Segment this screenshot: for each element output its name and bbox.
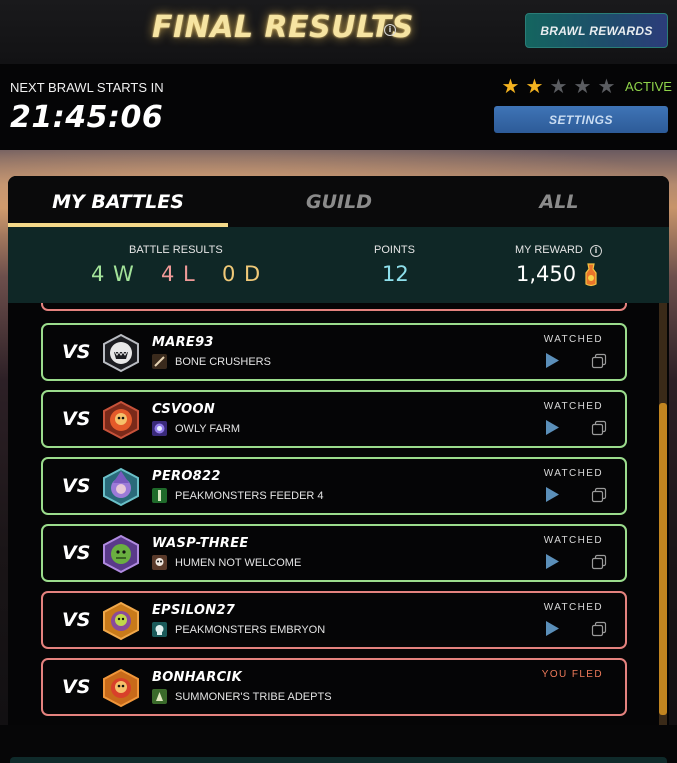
monster-mask-icon <box>103 333 139 373</box>
battle-list[interactable]: VS MARE93 BONE CRUSHERS WATCHED VS CSVOO… <box>8 303 669 725</box>
star-empty-icon: ★ <box>573 74 592 98</box>
copy-icon[interactable] <box>591 420 607 436</box>
tab-all[interactable]: ALL <box>449 176 669 227</box>
losses-count: 4 L <box>161 262 196 286</box>
vs-label: VS <box>62 408 91 430</box>
copy-icon[interactable] <box>591 621 607 637</box>
scrollbar-thumb[interactable] <box>659 403 667 715</box>
opponent-name[interactable]: PERO822 <box>152 469 221 484</box>
humen-guild-icon <box>152 555 167 570</box>
copy-icon[interactable] <box>591 554 607 570</box>
tab-my-battles[interactable]: MY BATTLES <box>8 176 228 227</box>
play-icon[interactable] <box>545 486 560 503</box>
opponent-name[interactable]: MARE93 <box>152 335 214 350</box>
draws-count: 0 D <box>222 262 262 286</box>
battle-card[interactable]: VS BONHARCIK SUMMONER'S TRIBE ADEPTS YOU… <box>41 658 627 716</box>
play-icon[interactable] <box>545 419 560 436</box>
top-bar: FINAL RESULTS i BRAWL REWARDS <box>0 0 677 64</box>
star-filled-icon: ★ <box>501 74 520 98</box>
brawl-rewards-button[interactable]: BRAWL REWARDS <box>525 13 668 48</box>
battle-card[interactable]: VS EPSILON27 PEAKMONSTERS EMBRYON WATCHE… <box>41 591 627 649</box>
embryon-guild-icon <box>152 622 167 637</box>
star-filled-icon: ★ <box>525 74 544 98</box>
star-rating: ★ ★ ★ ★ ★ <box>501 74 616 98</box>
countdown-timer: 21:45:06 <box>10 100 164 135</box>
bone-crushers-guild-icon <box>152 354 167 369</box>
battle-results-label: BATTLE RESULTS <box>129 244 223 256</box>
play-icon[interactable] <box>545 352 560 369</box>
copy-icon[interactable] <box>591 353 607 369</box>
reward-info-icon[interactable]: i <box>590 245 602 257</box>
reward-potion-icon <box>585 263 597 287</box>
battle-card[interactable]: VS MARE93 BONE CRUSHERS WATCHED <box>41 323 627 381</box>
tab-guild[interactable]: GUILD <box>229 176 449 227</box>
tribe-guild-icon <box>152 689 167 704</box>
battle-status: WATCHED <box>543 334 603 345</box>
goblin-icon <box>103 534 139 574</box>
vs-label: VS <box>62 475 91 497</box>
results-summary: BATTLE RESULTS 4 W 4 L 0 D POINTS 12 MY … <box>8 227 669 303</box>
guild-name: BONE CRUSHERS <box>175 356 271 368</box>
results-panel: MY BATTLES GUILD ALL BATTLE RESULTS 4 W … <box>8 176 669 725</box>
battle-card[interactable]: VS CSVOON OWLY FARM WATCHED <box>41 390 627 448</box>
next-brawl-label: NEXT BRAWL STARTS IN <box>10 80 164 95</box>
my-reward-label: MY REWARD <box>515 244 583 256</box>
guild-name: OWLY FARM <box>175 423 240 435</box>
opponent-name[interactable]: CSVOON <box>152 402 215 417</box>
opponent-name[interactable]: BONHARCIK <box>152 670 242 685</box>
copy-icon[interactable] <box>591 487 607 503</box>
battle-card[interactable]: VS WASP-THREE HUMEN NOT WELCOME WATCHED <box>41 524 627 582</box>
peakmonsters-guild-icon <box>152 488 167 503</box>
battle-status: YOU FLED <box>541 669 603 680</box>
vs-label: VS <box>62 676 91 698</box>
guild-name: SUMMONER'S TRIBE ADEPTS <box>175 691 332 703</box>
points-label: POINTS <box>374 244 415 256</box>
footer-panel-edge <box>10 757 667 763</box>
settings-button[interactable]: SETTINGS <box>494 106 668 133</box>
guild-name: PEAKMONSTERS FEEDER 4 <box>175 490 324 502</box>
opponent-name[interactable]: WASP-THREE <box>152 536 249 551</box>
battle-card[interactable]: VS PERO822 PEAKMONSTERS FEEDER 4 WATCHED <box>41 457 627 515</box>
battle-status: WATCHED <box>543 468 603 479</box>
play-icon[interactable] <box>545 620 560 637</box>
owly-farm-guild-icon <box>152 421 167 436</box>
star-empty-icon: ★ <box>549 74 568 98</box>
page-title: FINAL RESULTS <box>152 10 414 45</box>
star-empty-icon: ★ <box>597 74 616 98</box>
battle-card-partial[interactable] <box>41 303 627 311</box>
battle-status: WATCHED <box>543 401 603 412</box>
battle-status: WATCHED <box>543 535 603 546</box>
play-icon[interactable] <box>545 553 560 570</box>
wins-count: 4 W <box>91 262 135 286</box>
fire-summoner-icon <box>103 668 139 708</box>
wizard-icon <box>103 467 139 507</box>
reward-value: 1,450 <box>516 262 577 286</box>
vs-label: VS <box>62 609 91 631</box>
brawl-status: ACTIVE <box>625 79 672 94</box>
opponent-name[interactable]: EPSILON27 <box>152 603 235 618</box>
guild-name: PEAKMONSTERS EMBRYON <box>175 624 326 636</box>
timer-bar: NEXT BRAWL STARTS IN 21:45:06 ★ ★ ★ ★ ★ … <box>0 64 677 150</box>
battle-status: WATCHED <box>543 602 603 613</box>
vs-label: VS <box>62 341 91 363</box>
points-value: 12 <box>382 262 409 286</box>
vs-label: VS <box>62 542 91 564</box>
guild-name: HUMEN NOT WELCOME <box>175 557 302 569</box>
tab-bar: MY BATTLES GUILD ALL <box>8 176 669 227</box>
fire-summoner-icon <box>103 400 139 440</box>
plant-monster-icon <box>103 601 139 641</box>
info-icon[interactable]: i <box>384 24 396 36</box>
